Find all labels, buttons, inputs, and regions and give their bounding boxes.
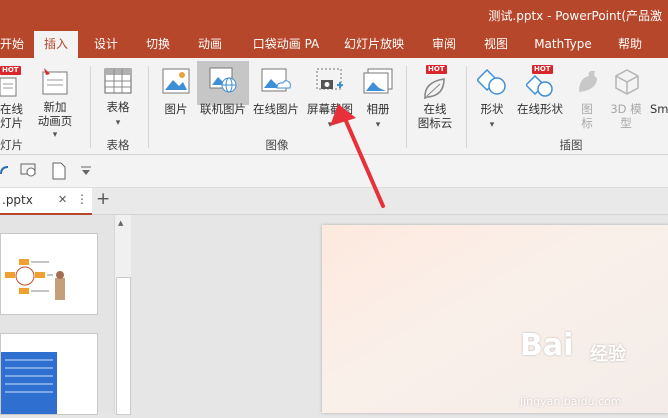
annotation-arrow: [330, 104, 385, 208]
